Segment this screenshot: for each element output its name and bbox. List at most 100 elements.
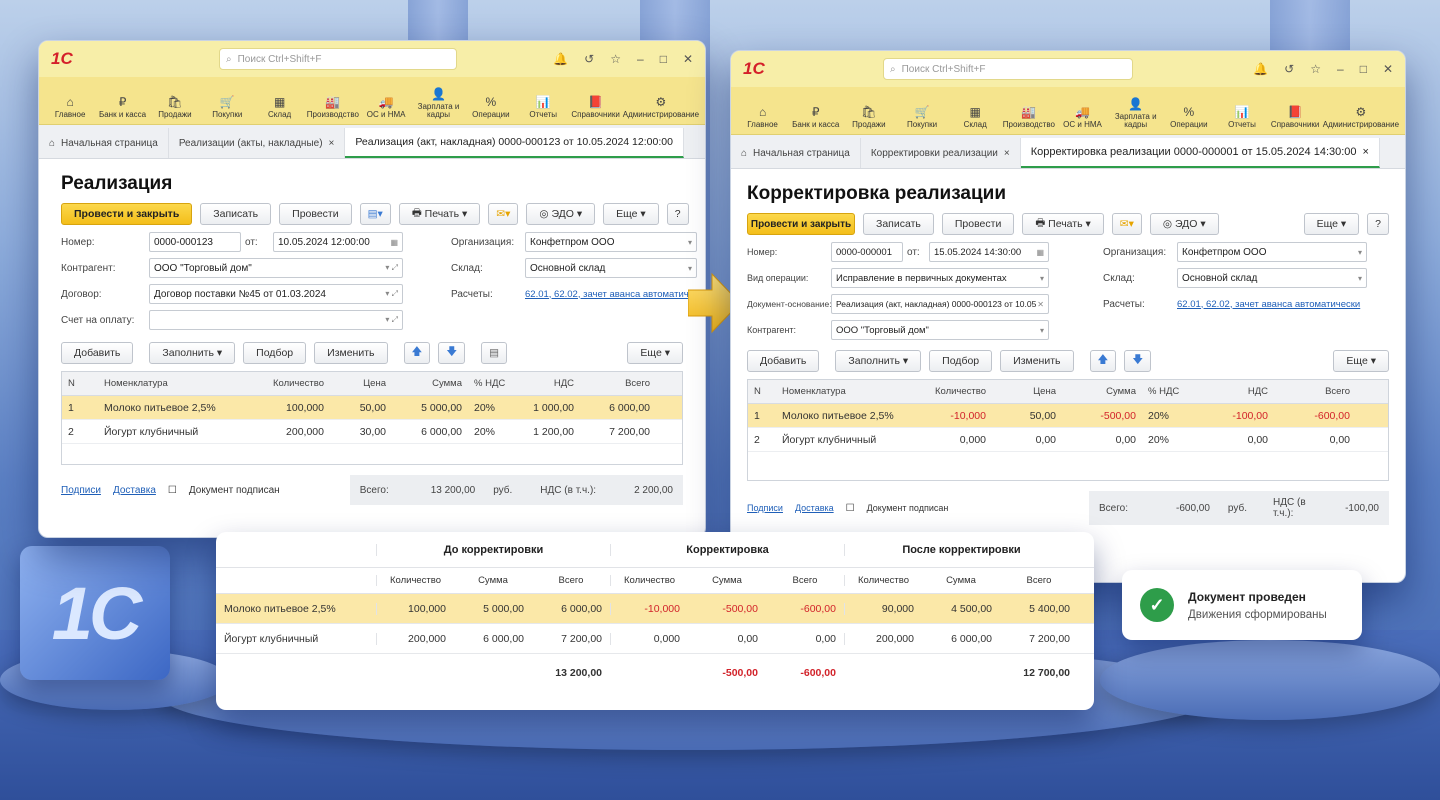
print-button[interactable]: 🖶 Печать ▾ [1022,213,1104,235]
close-icon[interactable]: ✕ [683,52,693,66]
post-close-button[interactable]: Провести и закрыть [61,203,193,225]
section-4[interactable]: ▦ Склад [950,106,1001,129]
section-8[interactable]: % Операции [1163,106,1214,129]
table-row[interactable]: 1 Молоко питьевое 2,5% -10,000 50,00 -500,00… [748,404,1388,428]
section-9[interactable]: 📊 Отчеты [1216,106,1267,129]
post-button[interactable]: Провести [941,213,1015,235]
close-tab-icon[interactable]: × [1004,148,1010,159]
print-button[interactable]: 🖶 Печать ▾ [398,203,481,225]
create-based-icon[interactable]: ▤▾ [359,203,391,225]
chevron-down-icon[interactable]: ▾ [1040,274,1044,283]
pick-button[interactable]: Подбор [929,350,993,372]
delivery-link[interactable]: Доставка [795,503,834,513]
more-button[interactable]: Еще ▾ [1303,213,1360,235]
calendar-icon[interactable]: ▦ [1036,248,1044,257]
table-row[interactable]: 2 Йогурт клубничный 200,000 30,00 6 000,00 20… [62,420,682,444]
operation-type-field[interactable]: Исправление в первичных документах ▾ [831,268,1049,288]
help-button[interactable]: ? [1367,213,1389,235]
table-more-button[interactable]: Еще ▾ [1333,350,1389,372]
close-icon[interactable]: ✕ [1383,62,1393,76]
close-tab-icon[interactable]: × [1363,146,1369,158]
tab-home[interactable]: ⌂ Начальная страница [731,138,861,168]
section-1[interactable]: ₽ Банк и касса [97,96,147,119]
chevron-down-icon[interactable]: ▾ ⤢ [385,289,398,299]
chevron-down-icon[interactable]: ▾ ⤢ [385,263,398,273]
table-row[interactable]: 1 Молоко питьевое 2,5% 100,000 50,00 5 000,0… [62,396,682,420]
section-1[interactable]: ₽ Банк и касса [790,106,841,129]
contractor-field[interactable]: ООО "Торговый дом" ▾ ⤢ [149,258,403,278]
section-3[interactable]: 🛒 Покупки [896,106,947,129]
section-4[interactable]: ▦ Склад [254,96,304,119]
contract-field[interactable]: Договор поставки №45 от 01.03.2024 ▾ ⤢ [149,284,403,304]
move-down-icon[interactable]: 🡇 [1124,350,1152,372]
section-3[interactable]: 🛒 Покупки [202,96,252,119]
help-button[interactable]: ? [666,203,689,225]
section-0[interactable]: ⌂ Главное [45,96,95,119]
search-input[interactable]: ⌕ Поиск Ctrl+Shift+F [219,48,457,70]
signed-checkbox[interactable]: ☐ [168,485,177,496]
signatures-link[interactable]: Подписи [61,485,101,496]
minimize-icon[interactable]: – [637,52,644,66]
mail-icon[interactable]: ✉▾ [1111,213,1142,235]
chevron-down-icon[interactable]: ▾ ⤢ [385,315,398,325]
calendar-icon[interactable]: ▦ [390,238,398,247]
table-row[interactable]: 2 Йогурт клубничный 0,000 0,00 0,00 20% 0,00 0,… [748,428,1388,452]
delivery-link[interactable]: Доставка [113,485,156,496]
save-button[interactable]: Записать [200,203,272,225]
number-field[interactable]: 0000-000123 [149,232,241,252]
section-5[interactable]: 🏭 Производство [1003,106,1055,129]
base-document-field[interactable]: Реализация (акт, накладная) 0000-000123 … [831,294,1049,314]
document-icon[interactable]: ▤ [481,342,508,364]
pick-button[interactable]: Подбор [243,342,307,364]
search-input[interactable]: ⌕ Поиск Ctrl+Shift+F [883,58,1133,80]
edo-button[interactable]: ◎ ЭДО ▾ [526,203,596,225]
organization-field[interactable]: Конфетпром ООО ▾ [525,232,697,252]
table-more-button[interactable]: Еще ▾ [627,342,683,364]
minimize-icon[interactable]: – [1337,62,1344,76]
section-8[interactable]: % Операции [466,96,516,119]
save-button[interactable]: Записать [863,213,934,235]
section-2[interactable]: 🛍 Продажи [843,106,894,129]
section-11[interactable]: ⚙ Администрирование [623,96,699,119]
star-icon[interactable]: ☆ [610,52,621,66]
section-6[interactable]: 🚚 ОС и НМА [361,96,411,119]
tab-sales-doc[interactable]: Реализация (акт, накладная) 0000-000123 … [345,128,684,158]
settlements-link[interactable]: 62.01, 62.02, зачет аванса автоматически [525,289,705,300]
signed-checkbox[interactable]: ☐ [846,503,855,514]
maximize-icon[interactable]: □ [1360,62,1367,76]
settlements-link[interactable]: 62.01, 62.02, зачет аванса автоматически [1177,299,1367,310]
add-row-button[interactable]: Добавить [747,350,820,372]
chevron-down-icon[interactable]: ▾ [1040,326,1044,335]
section-7[interactable]: 👤 Зарплата и кадры [413,88,463,119]
chevron-down-icon[interactable]: ▾ [1358,274,1362,283]
move-up-icon[interactable]: 🡅 [403,342,431,364]
more-button[interactable]: Еще ▾ [603,203,659,225]
tab-sales-list[interactable]: Реализации (акты, накладные) × [169,128,346,158]
tab-home[interactable]: ⌂ Начальная страница [39,128,169,158]
fill-button[interactable]: Заполнить ▾ [149,342,236,364]
section-0[interactable]: ⌂ Главное [737,106,788,129]
invoice-field[interactable]: ▾ ⤢ [149,310,403,330]
star-icon[interactable]: ☆ [1310,62,1321,76]
post-close-button[interactable]: Провести и закрыть [747,213,855,235]
chevron-down-icon[interactable]: ▾ [1358,248,1362,257]
fill-button[interactable]: Заполнить ▾ [835,350,922,372]
post-button[interactable]: Провести [279,203,352,225]
close-icon[interactable]: ✕ [1037,300,1044,309]
section-10[interactable]: 📕 Справочники [570,96,620,119]
date-field[interactable]: 15.05.2024 14:30:00 ▦ [929,242,1049,262]
history-icon[interactable]: ↺ [1284,62,1294,76]
contractor-field[interactable]: ООО "Торговый дом" ▾ [831,320,1049,340]
bell-icon[interactable]: 🔔 [553,52,568,66]
warehouse-field[interactable]: Основной склад ▾ [525,258,697,278]
tab-corrections-list[interactable]: Корректировки реализации × [861,138,1021,168]
add-row-button[interactable]: Добавить [61,342,134,364]
signatures-link[interactable]: Подписи [747,503,783,513]
section-5[interactable]: 🏭 Производство [307,96,359,119]
change-button[interactable]: Изменить [314,342,388,364]
move-down-icon[interactable]: 🡇 [438,342,466,364]
maximize-icon[interactable]: □ [660,52,667,66]
change-button[interactable]: Изменить [1000,350,1074,372]
move-up-icon[interactable]: 🡅 [1089,350,1117,372]
mail-icon[interactable]: ✉▾ [488,203,519,225]
